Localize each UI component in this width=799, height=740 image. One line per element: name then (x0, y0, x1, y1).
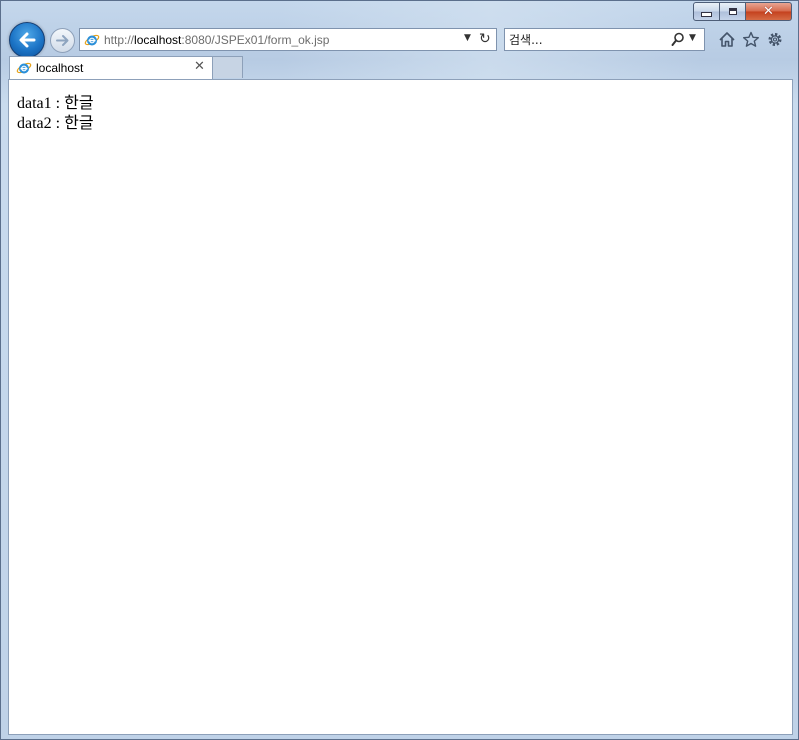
close-window-button[interactable]: ✕ (746, 2, 792, 21)
browser-window: ✕ http://localhost:8080/JSPEx01/form_ok.… (0, 0, 799, 740)
address-bar[interactable]: http://localhost:8080/JSPEx01/form_ok.js… (79, 28, 497, 51)
forward-button[interactable] (50, 28, 75, 53)
close-icon: ✕ (763, 4, 774, 19)
url-prefix: http:// (104, 33, 135, 47)
new-tab-button[interactable] (213, 56, 243, 78)
url-text: http://localhost:8080/JSPEx01/form_ok.js… (104, 33, 329, 47)
search-box[interactable]: ▼ (504, 28, 705, 51)
minimize-button[interactable] (693, 2, 720, 21)
internet-explorer-icon (16, 62, 32, 74)
maximize-button[interactable] (720, 2, 746, 21)
home-icon[interactable] (718, 31, 736, 48)
url-path: :8080/JSPEx01/form_ok.jsp (181, 33, 330, 47)
back-button[interactable] (9, 22, 45, 58)
url-host: localhost (134, 33, 182, 47)
data2-line: data2 : 한글 (17, 115, 94, 132)
tab-title: localhost (36, 61, 84, 75)
gear-icon[interactable] (766, 31, 784, 48)
tab-localhost[interactable]: localhost ✕ (9, 56, 213, 79)
star-icon[interactable] (742, 31, 760, 48)
minimize-icon (701, 12, 712, 17)
forward-arrow-icon (56, 35, 69, 46)
page-content: data1 : 한글 data2 : 한글 (8, 79, 793, 735)
close-icon[interactable]: ✕ (194, 59, 205, 74)
back-arrow-icon (19, 32, 36, 48)
search-input[interactable] (509, 31, 659, 48)
internet-explorer-icon (84, 34, 100, 46)
tab-bar: localhost ✕ (7, 55, 793, 79)
search-dropdown-icon[interactable]: ▼ (689, 33, 696, 43)
window-caption-buttons: ✕ (693, 2, 792, 21)
refresh-icon[interactable]: ↻ (479, 31, 491, 47)
address-dropdown-icon[interactable]: ▼ (464, 33, 471, 43)
search-icon[interactable] (671, 32, 685, 47)
maximize-icon (728, 8, 737, 15)
